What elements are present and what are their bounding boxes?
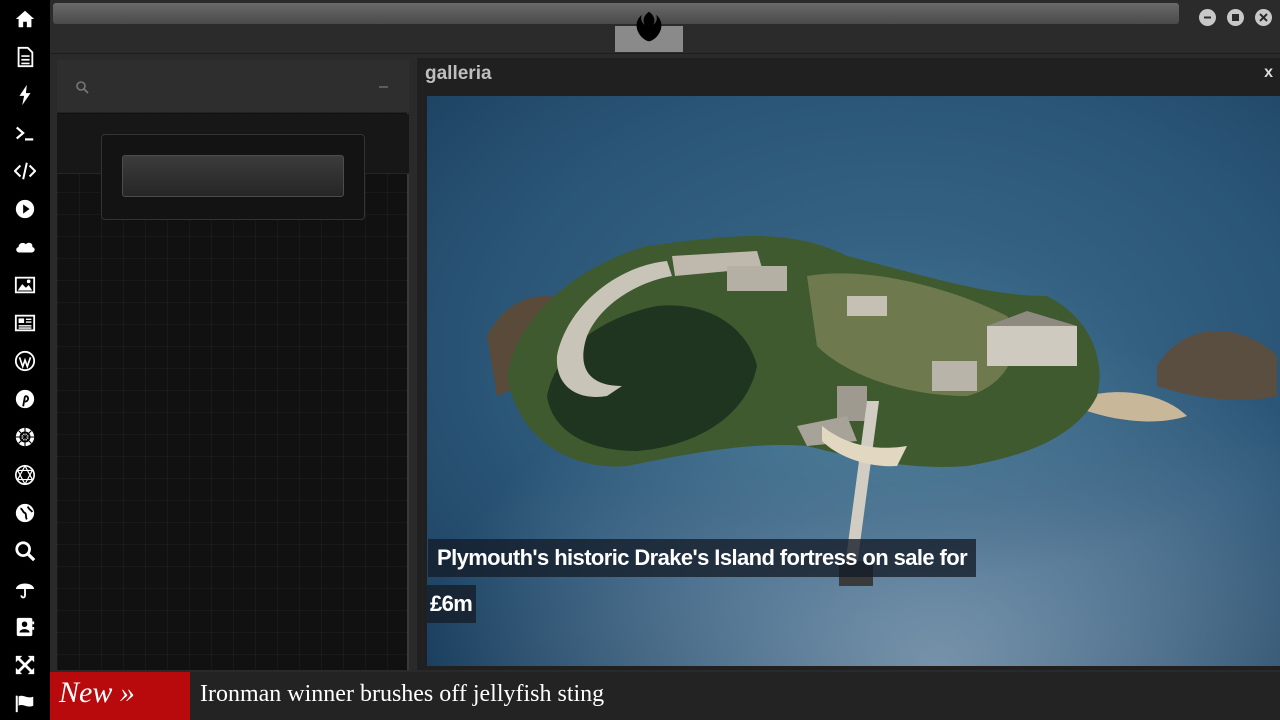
close-icon	[1259, 13, 1268, 22]
play-icon[interactable]	[13, 197, 37, 221]
news-ticker: New » Ironman winner brushes off jellyfi…	[50, 672, 1280, 720]
flag-icon[interactable]	[13, 691, 37, 715]
search-icon[interactable]	[75, 80, 89, 94]
maximize-window-button[interactable]	[1227, 9, 1244, 26]
search-popup	[101, 134, 365, 220]
lightning-icon[interactable]	[13, 83, 37, 107]
wordpress-icon[interactable]	[13, 349, 37, 373]
galleria-panel: galleria x Plymouth's historic Drake's I…	[417, 58, 1280, 670]
ticker-headline[interactable]: Ironman winner brushes off jellyfish sti…	[200, 681, 604, 708]
search-icon[interactable]	[13, 539, 37, 563]
close-panel-button[interactable]: x	[1264, 64, 1273, 82]
network-sphere-icon[interactable]	[13, 463, 37, 487]
gallery-photo[interactable]: Plymouth's historic Drake's Island fortr…	[427, 96, 1280, 666]
new-badge[interactable]: New »	[50, 672, 190, 720]
island-aerial-image	[427, 96, 1280, 666]
app-sidebar	[0, 0, 50, 720]
contacts-icon[interactable]	[13, 615, 37, 639]
address-bar[interactable]	[53, 3, 1179, 24]
panel-title: galleria	[425, 63, 492, 84]
top-bar	[50, 0, 1280, 54]
caption-line-1: Plymouth's historic Drake's Island fortr…	[428, 539, 977, 577]
umbrella-icon[interactable]	[13, 577, 37, 601]
globe-icon[interactable]	[13, 501, 37, 525]
rebel-alliance-icon[interactable]	[13, 425, 37, 449]
search-panel: –	[57, 60, 409, 670]
caption-line-2: £6m	[427, 585, 477, 623]
cloud-icon[interactable]	[13, 235, 37, 259]
collapse-panel-button[interactable]: –	[379, 78, 388, 96]
home-icon[interactable]	[13, 7, 37, 31]
square-icon	[1232, 14, 1239, 21]
rebel-emblem-icon	[636, 11, 662, 42]
image-icon[interactable]	[13, 273, 37, 297]
document-icon[interactable]	[13, 45, 37, 69]
newspaper-icon[interactable]	[13, 311, 37, 335]
search-panel-header: –	[57, 60, 409, 113]
code-icon[interactable]	[13, 159, 37, 183]
expand-arrows-icon[interactable]	[13, 653, 37, 677]
pinterest-icon[interactable]	[13, 387, 37, 411]
minus-icon	[1204, 16, 1211, 19]
minimize-window-button[interactable]	[1199, 9, 1216, 26]
close-window-button[interactable]	[1255, 9, 1272, 26]
terminal-icon[interactable]	[13, 121, 37, 145]
search-input[interactable]	[122, 155, 344, 197]
